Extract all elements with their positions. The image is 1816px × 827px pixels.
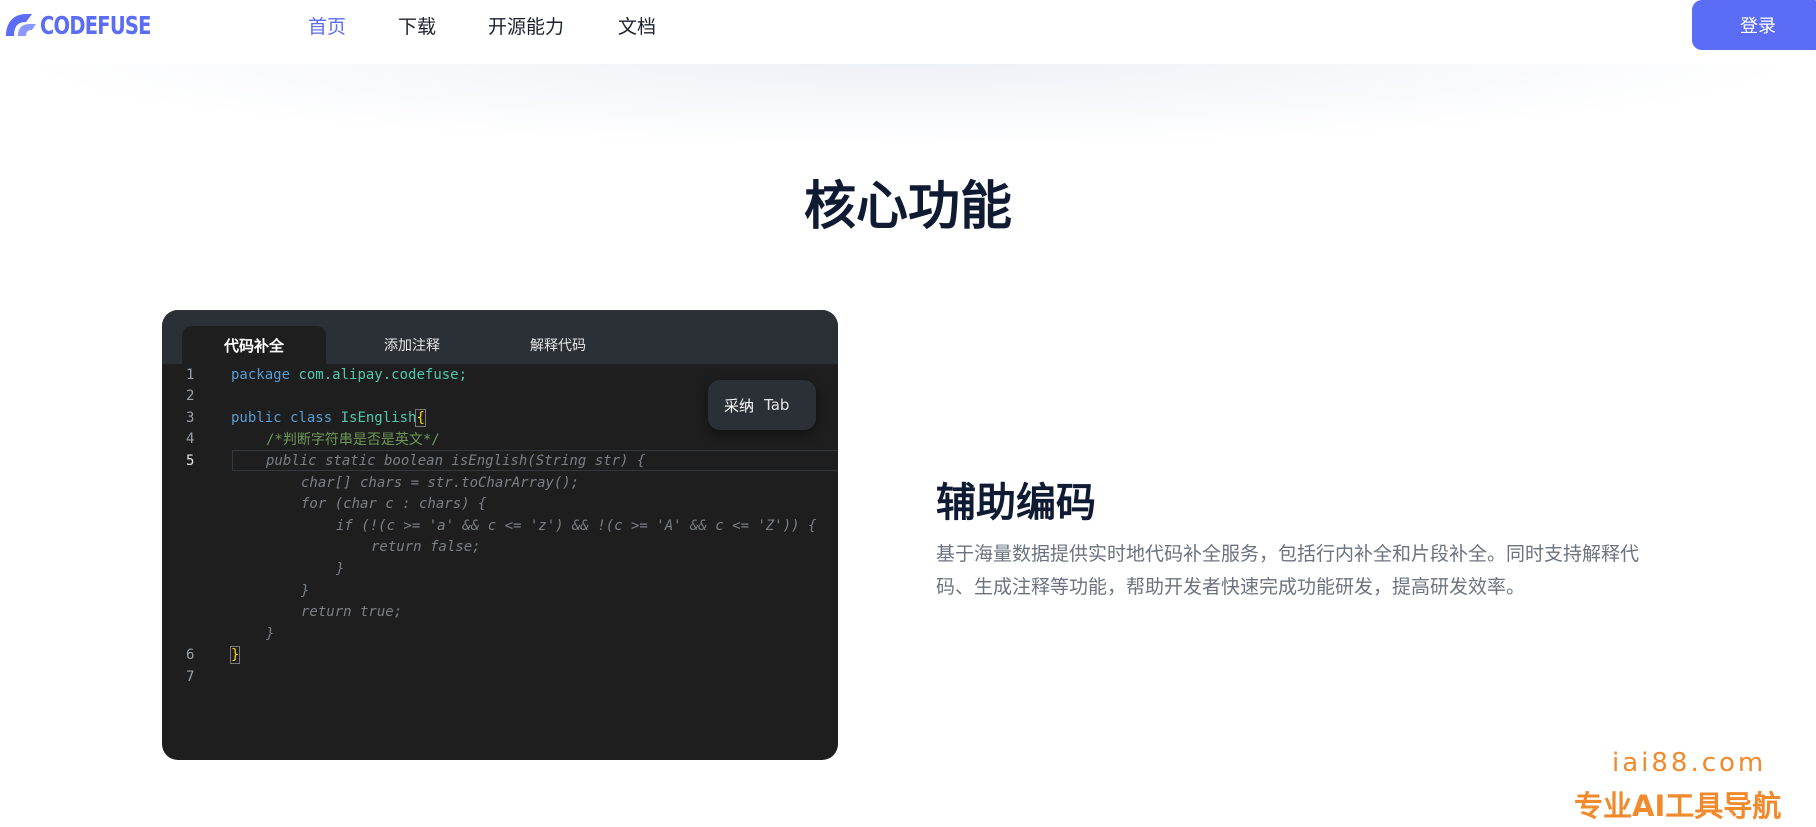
- code-line: 7: [162, 666, 838, 687]
- code-editor-demo: 代码补全 添加注释 解释代码 1 package com.alipay.code…: [162, 310, 838, 760]
- ghost-suggestion: }: [336, 560, 345, 577]
- line-number: 7: [186, 668, 195, 685]
- ghost-line: }: [162, 558, 838, 579]
- ghost-line: if (!(c >= 'a' && c <= 'z') && !(c >= 'A…: [162, 515, 838, 536]
- ghost-suggestion: public static boolean isEnglish(String s…: [266, 452, 646, 469]
- code-text: package com.alipay.codefuse;: [231, 367, 467, 383]
- section-title: 核心功能: [803, 177, 1012, 237]
- line-number: 5: [186, 452, 195, 469]
- package-name: com.alipay.codefuse;: [298, 366, 468, 383]
- code-line: 6 }: [162, 644, 838, 665]
- comment-text: /*判断字符串是否是英文*/: [266, 431, 440, 448]
- nav-home[interactable]: 首页: [308, 12, 346, 39]
- accept-suggestion-popup[interactable]: 采纳 Tab: [708, 380, 816, 430]
- line-number: 2: [186, 387, 195, 404]
- ghost-line: char[] chars = str.toCharArray();: [162, 472, 838, 493]
- brace: {: [415, 408, 426, 427]
- keyword: public class: [231, 409, 333, 426]
- keyword: package: [231, 366, 291, 383]
- ghost-suggestion: }: [266, 625, 275, 642]
- logo-text: CODEFUSE: [40, 10, 151, 40]
- login-button[interactable]: 登录: [1692, 0, 1816, 50]
- codefuse-logo-icon: [6, 14, 36, 36]
- feature-title: 辅助编码: [936, 480, 1096, 526]
- editor-tabbar: 代码补全 添加注释 解释代码: [162, 310, 838, 364]
- tab-add-comments[interactable]: 添加注释: [344, 326, 480, 364]
- accept-label: 采纳: [724, 396, 755, 415]
- nav-docs[interactable]: 文档: [618, 12, 656, 39]
- nav-download[interactable]: 下载: [398, 12, 436, 39]
- ghost-line: for (char c : chars) {: [162, 493, 838, 514]
- line-number: 4: [186, 430, 195, 447]
- watermark-domain: iai88.com: [1612, 748, 1767, 778]
- code-text: }: [229, 645, 241, 664]
- codefuse-logo[interactable]: CODEFUSE: [2, 8, 182, 42]
- tab-code-completion[interactable]: 代码补全: [182, 326, 326, 364]
- feature-description: 基于海量数据提供实时地代码补全服务，包括行内补全和片段补全。同时支持解释代码、生…: [936, 543, 1640, 598]
- ghost-suggestion: return true;: [301, 603, 403, 620]
- nav-open-source[interactable]: 开源能力: [488, 12, 564, 39]
- code-text: public class IsEnglish{: [231, 408, 426, 427]
- top-navbar: CODEFUSE 首页 下载 开源能力 文档 登录: [0, 0, 1816, 64]
- ghost-suggestion: if (!(c >= 'a' && c <= 'z') && !(c >= 'A…: [336, 517, 817, 534]
- code-line-current: 5 public static boolean isEnglish(String…: [162, 450, 838, 471]
- tab-explain-code[interactable]: 解释代码: [490, 326, 626, 364]
- watermark-tagline: 专业AI工具导航: [1574, 789, 1782, 823]
- brace: }: [229, 645, 241, 664]
- ghost-line: return false;: [162, 536, 838, 557]
- ghost-line: }: [162, 623, 838, 644]
- line-number: 1: [186, 366, 195, 383]
- ghost-suggestion: }: [301, 582, 310, 599]
- code-comment: /*判断字符串是否是英文*/: [266, 429, 440, 449]
- class-name: IsEnglish: [340, 409, 417, 426]
- ghost-suggestion: char[] chars = str.toCharArray();: [301, 474, 580, 491]
- code-line: 4 /*判断字符串是否是英文*/: [162, 428, 838, 449]
- accept-shortcut-key: Tab: [764, 396, 790, 414]
- ghost-suggestion: for (char c : chars) {: [301, 495, 487, 512]
- header-shadow: [0, 56, 1816, 146]
- line-number: 3: [186, 409, 195, 426]
- line-number: 6: [186, 646, 195, 663]
- ghost-line: return true;: [162, 601, 838, 622]
- ghost-suggestion: return false;: [371, 538, 481, 555]
- ghost-line: }: [162, 580, 838, 601]
